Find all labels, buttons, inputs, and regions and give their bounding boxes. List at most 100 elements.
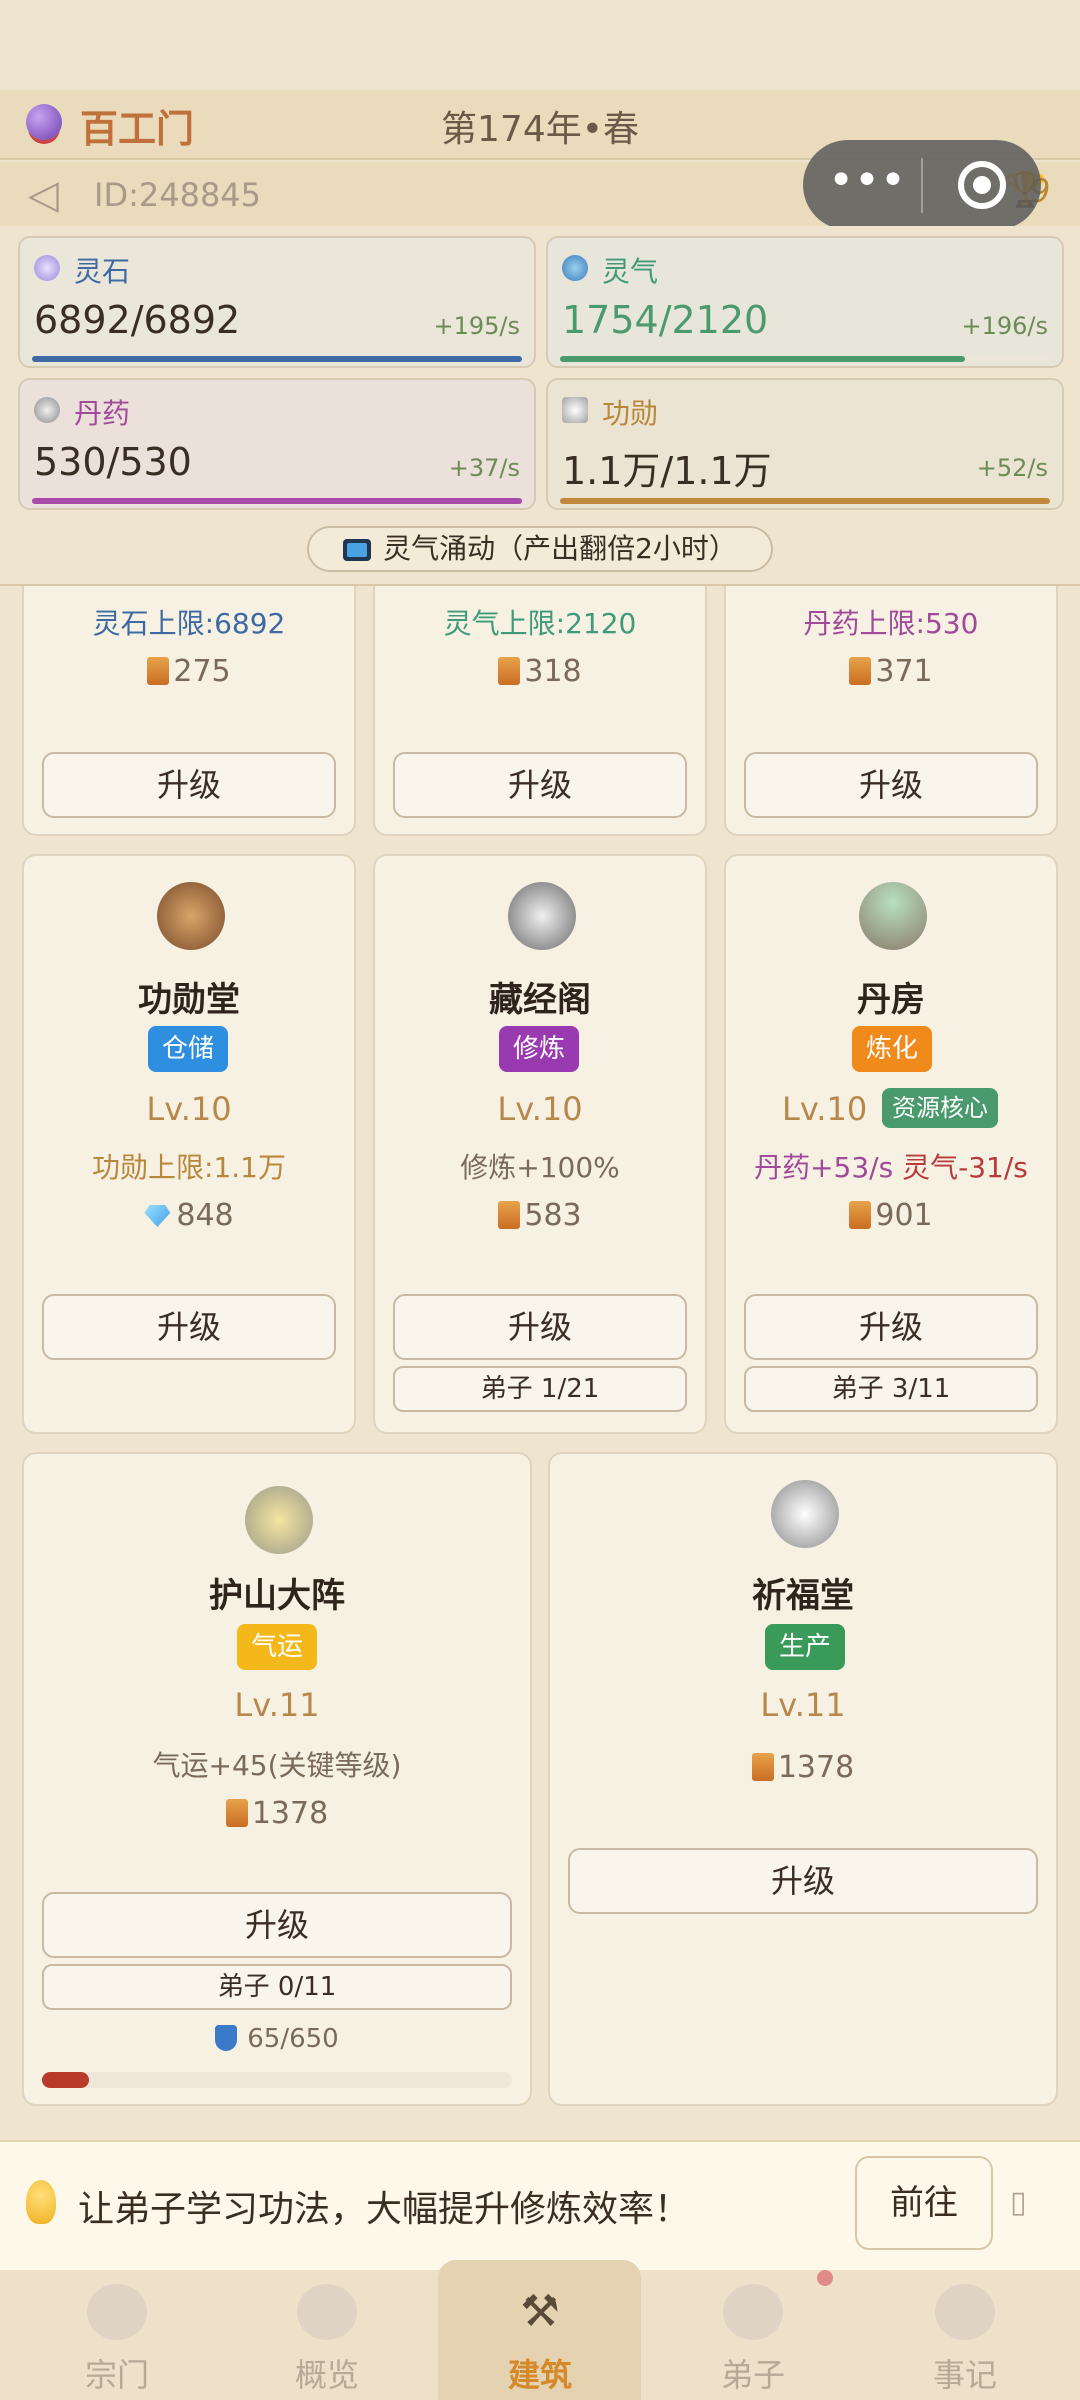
resource-rate: +52/s bbox=[976, 454, 1048, 482]
building-level: Lv.11 bbox=[760, 1686, 846, 1724]
building-cost: 901 bbox=[726, 1198, 1056, 1233]
pill-icon bbox=[34, 397, 60, 423]
capsule-divider bbox=[921, 158, 923, 213]
formation-progress-fill bbox=[42, 2072, 89, 2088]
formation-icon bbox=[245, 1486, 313, 1554]
resource-bar-track bbox=[32, 498, 522, 504]
formation-progress-track bbox=[42, 2072, 512, 2088]
upgrade-button[interactable]: 升级 bbox=[393, 1294, 687, 1360]
resource-name: 灵气 bbox=[602, 255, 659, 288]
building-name: 功勋堂 bbox=[138, 980, 240, 1020]
upgrade-button[interactable]: 升级 bbox=[42, 1294, 336, 1360]
upgrade-button[interactable]: 升级 bbox=[568, 1848, 1038, 1914]
resource-bar-fill bbox=[32, 498, 522, 504]
upgrade-button[interactable]: 升级 bbox=[393, 752, 687, 818]
building-tag: 炼化 bbox=[852, 1026, 933, 1072]
disciple-slots-button[interactable]: 弟子 3/11 bbox=[744, 1366, 1038, 1412]
disciple-slots-button[interactable]: 弟子 1/21 bbox=[393, 1366, 687, 1412]
building-tag: 气运 bbox=[237, 1624, 318, 1670]
upgrade-button[interactable]: 升级 bbox=[744, 1294, 1038, 1360]
resource-value: 1754/2120 bbox=[562, 298, 769, 342]
resource-name: 功勋 bbox=[602, 397, 659, 430]
building-effect: 修炼+100% bbox=[460, 1151, 620, 1184]
building-level: Lv.10 bbox=[782, 1090, 868, 1128]
upgrade-button[interactable]: 升级 bbox=[42, 752, 336, 818]
disciple-icon bbox=[723, 2284, 783, 2340]
building-cost: 275 bbox=[24, 654, 354, 689]
building-name: 丹房 bbox=[857, 980, 925, 1020]
resource-bar-fill bbox=[560, 498, 1050, 504]
notification-dot bbox=[817, 2270, 833, 2286]
resource-rate: +37/s bbox=[448, 454, 520, 482]
resource-bar-track bbox=[560, 498, 1050, 504]
building-name: 藏经阁 bbox=[489, 980, 591, 1020]
nav-item-sect[interactable]: 宗门 bbox=[42, 2270, 192, 2400]
nav-label: 事记 bbox=[932, 2356, 997, 2394]
tools-icon: ⚒ bbox=[520, 2286, 560, 2337]
building-effect: 丹药上限:530 bbox=[803, 607, 979, 640]
building-effect: 气运+45(关键等级) bbox=[152, 1749, 402, 1782]
back-icon[interactable]: ◁ bbox=[28, 172, 59, 218]
building-card-hushandazhen: 护山大阵 气运 Lv.11 气运+45(关键等级) 1378 升级 弟子 0/1… bbox=[22, 1452, 532, 2106]
cauldron-icon bbox=[859, 882, 927, 950]
resource-value: 1.1万/1.1万 bbox=[562, 449, 772, 493]
shield-icon bbox=[215, 2025, 238, 2051]
medal-icon bbox=[562, 397, 588, 423]
building-cost: 318 bbox=[375, 654, 705, 689]
scroll-icon bbox=[849, 1201, 872, 1229]
resource-card-danyao: 丹药 530/530 +37/s bbox=[18, 378, 536, 510]
player-id: ID:248845 bbox=[94, 176, 262, 214]
scroll-records-icon bbox=[935, 2284, 995, 2340]
altar-icon bbox=[771, 1480, 839, 1548]
nav-item-records[interactable]: 事记 bbox=[890, 2270, 1040, 2400]
resource-name: 丹药 bbox=[74, 397, 131, 430]
nav-item-overview[interactable]: 概览 bbox=[252, 2270, 402, 2400]
tip-text: 让弟子学习功法，大幅提升修炼效率！ bbox=[78, 2189, 691, 2230]
scroll-icon bbox=[225, 1799, 248, 1827]
disciple-slots-button[interactable]: 弟子 0/11 bbox=[42, 1964, 512, 2010]
building-effect: 灵气上限:2120 bbox=[443, 607, 637, 640]
building-name: 祈福堂 bbox=[752, 1576, 854, 1616]
building-tag: 生产 bbox=[765, 1624, 846, 1670]
building-effect: 功勋上限:1.1万 bbox=[92, 1151, 286, 1184]
building-cost: 583 bbox=[375, 1198, 705, 1233]
nav-label: 弟子 bbox=[720, 2356, 785, 2394]
more-icon[interactable]: ••• bbox=[822, 152, 912, 218]
upgrade-button[interactable]: 升级 bbox=[744, 752, 1038, 818]
nav-item-disciples[interactable]: 弟子 bbox=[678, 2270, 828, 2400]
building-tag: 仓储 bbox=[148, 1026, 229, 1072]
building-card-qifutang: 祈福堂 生产 Lv.11 1378 升级 bbox=[548, 1452, 1058, 2106]
resource-core-tag: 资源核心 bbox=[882, 1088, 998, 1128]
building-effect: 灵石上限:6892 bbox=[92, 607, 286, 640]
resource-rate: +195/s bbox=[433, 312, 520, 340]
overview-icon bbox=[297, 2284, 357, 2340]
scroll-icon bbox=[498, 1201, 521, 1229]
building-level: Lv.10 bbox=[146, 1090, 232, 1128]
goto-button[interactable]: 前往 bbox=[855, 2156, 993, 2250]
close-tip-icon[interactable]: ▯ bbox=[1010, 2185, 1027, 2220]
building-cost: 848 bbox=[24, 1198, 354, 1233]
building-name: 护山大阵 bbox=[209, 1576, 345, 1616]
resource-bar-track bbox=[32, 356, 522, 362]
nav-label: 宗门 bbox=[84, 2356, 149, 2394]
scroll-icon bbox=[498, 657, 521, 685]
nav-item-buildings[interactable]: ⚒ 建筑 bbox=[465, 2270, 615, 2400]
scroll-icon bbox=[147, 657, 170, 685]
qi-boost-button[interactable]: 灵气涌动（产出翻倍2小时） bbox=[307, 526, 773, 572]
close-miniprogram-icon[interactable] bbox=[958, 161, 1006, 209]
merit-hall-icon bbox=[157, 882, 225, 950]
building-card-danfang: 丹房 炼化 Lv.10 资源核心 丹药+53/s 灵气-31/s 901 升级 … bbox=[724, 854, 1058, 1434]
resource-rate: +196/s bbox=[961, 312, 1048, 340]
spirit-stone-icon bbox=[34, 255, 60, 281]
status-bar bbox=[0, 0, 1080, 90]
building-card-cangjingge: 藏经阁 修炼 Lv.10 修炼+100% 583 升级 弟子 1/21 bbox=[373, 854, 707, 1434]
building-card-gongxuntang: 功勋堂 仓储 Lv.10 功勋上限:1.1万 848 升级 bbox=[22, 854, 356, 1434]
upgrade-button[interactable]: 升级 bbox=[42, 1892, 512, 1958]
sect-gate-icon bbox=[87, 2284, 147, 2340]
scroll-icon bbox=[751, 1753, 774, 1781]
resource-name: 灵石 bbox=[74, 255, 131, 288]
building-level: Lv.10 bbox=[497, 1090, 583, 1128]
building-cost: 1378 bbox=[550, 1750, 1056, 1785]
scroll-icon bbox=[849, 657, 872, 685]
lightbulb-icon bbox=[26, 2180, 56, 2224]
